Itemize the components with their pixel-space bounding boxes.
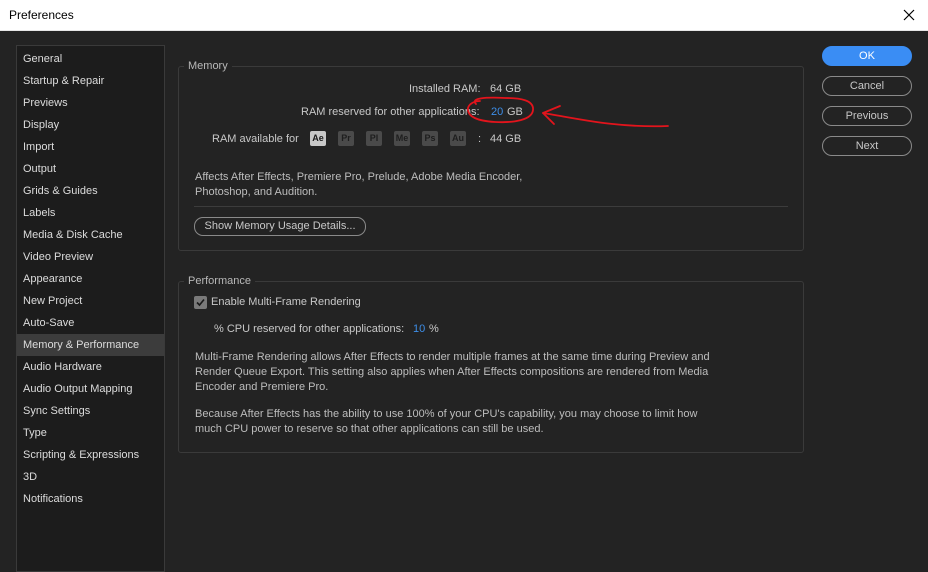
cpu-reserved-value[interactable]: 10 xyxy=(413,322,425,336)
show-memory-usage-button[interactable]: Show Memory Usage Details... xyxy=(194,217,366,236)
sidebar-item-video-preview[interactable]: Video Preview xyxy=(17,246,164,268)
mfr-desc-line1: Multi-Frame Rendering allows After Effec… xyxy=(195,351,710,363)
sidebar-item-appearance[interactable]: Appearance xyxy=(17,268,164,290)
close-icon xyxy=(903,9,915,21)
sidebar-item-notifications[interactable]: Notifications xyxy=(17,488,164,510)
mfr-desc-line2: Render Queue Export. This setting also a… xyxy=(195,366,709,378)
cpu-reserved-label: % CPU reserved for other applications: xyxy=(214,323,405,335)
cancel-button[interactable]: Cancel xyxy=(822,76,912,96)
pl-icon: Pl xyxy=(366,131,382,146)
sidebar-item-new-project[interactable]: New Project xyxy=(17,290,164,312)
cpu-reserved-unit: % xyxy=(429,323,439,335)
performance-group-title: Performance xyxy=(184,274,255,288)
window-title: Preferences xyxy=(9,8,74,22)
sidebar-item-audio-output-mapping[interactable]: Audio Output Mapping xyxy=(17,378,164,400)
sidebar-item-previews[interactable]: Previews xyxy=(17,92,164,114)
sidebar-item-startup-repair[interactable]: Startup & Repair xyxy=(17,70,164,92)
au-icon: Au xyxy=(450,131,466,146)
sidebar-item-3d[interactable]: 3D xyxy=(17,466,164,488)
sidebar-item-auto-save[interactable]: Auto-Save xyxy=(17,312,164,334)
cpu-desc-line1: Because After Effects has the ability to… xyxy=(195,408,698,420)
ok-button[interactable]: OK xyxy=(822,46,912,66)
ae-icon: Ae xyxy=(310,131,326,146)
ram-available-label: RAM available for xyxy=(212,133,299,145)
ram-reserved-unit: GB xyxy=(507,106,523,118)
mfr-checkbox[interactable] xyxy=(194,296,207,309)
memory-divider xyxy=(194,206,788,207)
me-icon: Me xyxy=(394,131,410,146)
sidebar-item-grids-guides[interactable]: Grids & Guides xyxy=(17,180,164,202)
mfr-desc-line3: Encoder and Premiere Pro. xyxy=(195,381,329,393)
checkmark-icon xyxy=(196,298,205,307)
sidebar-item-labels[interactable]: Labels xyxy=(17,202,164,224)
ram-available-colon: : xyxy=(478,133,482,145)
cpu-desc-line2: much CPU power to reserve so that other … xyxy=(195,423,544,435)
sidebar-item-display[interactable]: Display xyxy=(17,114,164,136)
sidebar-item-audio-hardware[interactable]: Audio Hardware xyxy=(17,356,164,378)
ram-available-value: 44 GB xyxy=(490,133,522,145)
sidebar-item-type[interactable]: Type xyxy=(17,422,164,444)
memory-affects-line1: Affects After Effects, Premiere Pro, Pre… xyxy=(195,171,523,183)
preferences-sidebar: General Startup & Repair Previews Displa… xyxy=(16,45,165,572)
close-button[interactable] xyxy=(898,4,920,26)
ps-icon: Ps xyxy=(422,131,438,146)
sidebar-item-sync-settings[interactable]: Sync Settings xyxy=(17,400,164,422)
sidebar-item-media-disk-cache[interactable]: Media & Disk Cache xyxy=(17,224,164,246)
sidebar-item-scripting-expressions[interactable]: Scripting & Expressions xyxy=(17,444,164,466)
ram-reserved-value[interactable]: 20 xyxy=(491,105,503,119)
mfr-checkbox-label[interactable]: Enable Multi-Frame Rendering xyxy=(211,295,361,309)
pr-icon: Pr xyxy=(338,131,354,146)
installed-ram-value: 64 GB xyxy=(490,83,522,95)
sidebar-item-import[interactable]: Import xyxy=(17,136,164,158)
title-bar: Preferences xyxy=(0,0,928,31)
memory-affects-line2: Photoshop, and Audition. xyxy=(195,186,318,198)
previous-button[interactable]: Previous xyxy=(822,106,912,126)
sidebar-item-memory-performance[interactable]: Memory & Performance xyxy=(17,334,164,356)
installed-ram-label: Installed RAM: xyxy=(409,83,481,95)
ram-reserved-label: RAM reserved for other applications: xyxy=(301,106,480,118)
next-button[interactable]: Next xyxy=(822,136,912,156)
sidebar-item-general[interactable]: General xyxy=(17,48,164,70)
sidebar-item-output[interactable]: Output xyxy=(17,158,164,180)
memory-group-title: Memory xyxy=(184,59,232,73)
